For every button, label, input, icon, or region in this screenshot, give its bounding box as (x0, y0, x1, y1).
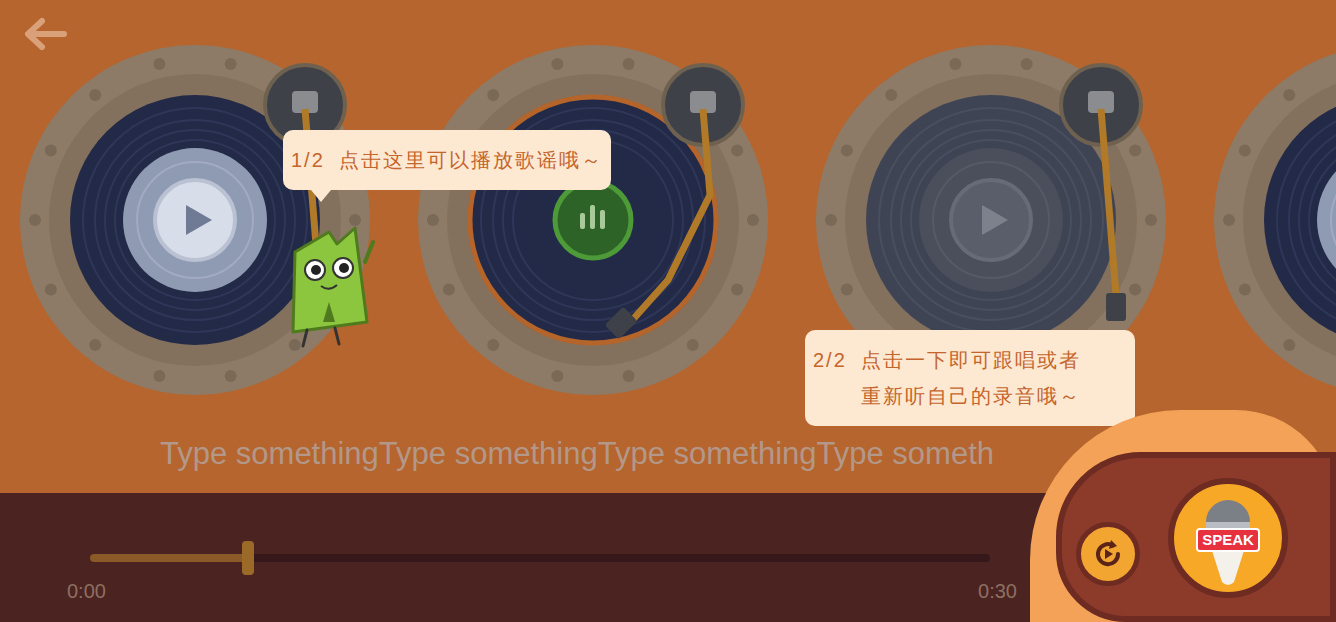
speak-label: SPEAK (1196, 528, 1260, 552)
tonearm-icon (1061, 65, 1141, 321)
tooltip-text: 点击一下即可跟唱或者 (861, 342, 1081, 378)
tonearm-icon (605, 65, 743, 339)
turntable (418, 45, 768, 395)
progress-track[interactable] (90, 554, 990, 562)
tooltip-step: 2/2 (813, 342, 847, 414)
replay-button[interactable] (1076, 522, 1140, 586)
progress-fill (90, 554, 248, 562)
tooltip-step: 1/2 (291, 142, 325, 178)
time-start: 0:00 (67, 579, 106, 603)
control-panel: SPEAK (1030, 410, 1336, 622)
tooltip-text: 点击这里可以播放歌谣哦～ (339, 142, 603, 178)
guide-tooltip: 1/2 点击这里可以播放歌谣哦～ (283, 130, 611, 202)
guide-tooltip: 2/2 点击一下即可跟唱或者重新听自己的录音哦～ (805, 330, 1135, 438)
back-arrow-icon[interactable] (22, 16, 68, 52)
song-screen: Type somethingType somethingType somethi… (0, 0, 1336, 622)
play-icon[interactable] (919, 148, 1063, 292)
tooltip-text: 重新听自己的录音哦～ (861, 378, 1081, 414)
record-row (0, 45, 1336, 395)
progress-knob[interactable] (242, 541, 254, 575)
replay-icon (1091, 537, 1125, 571)
turntable (20, 45, 370, 395)
speak-button[interactable]: SPEAK (1168, 478, 1288, 598)
vinyl-record (1264, 95, 1336, 345)
play-icon[interactable] (123, 148, 267, 292)
play-icon[interactable] (1317, 148, 1336, 292)
time-end: 0:30 (978, 579, 1017, 603)
mascot-icon (285, 222, 377, 350)
playing-icon[interactable] (555, 182, 631, 258)
turntable (1214, 45, 1336, 395)
